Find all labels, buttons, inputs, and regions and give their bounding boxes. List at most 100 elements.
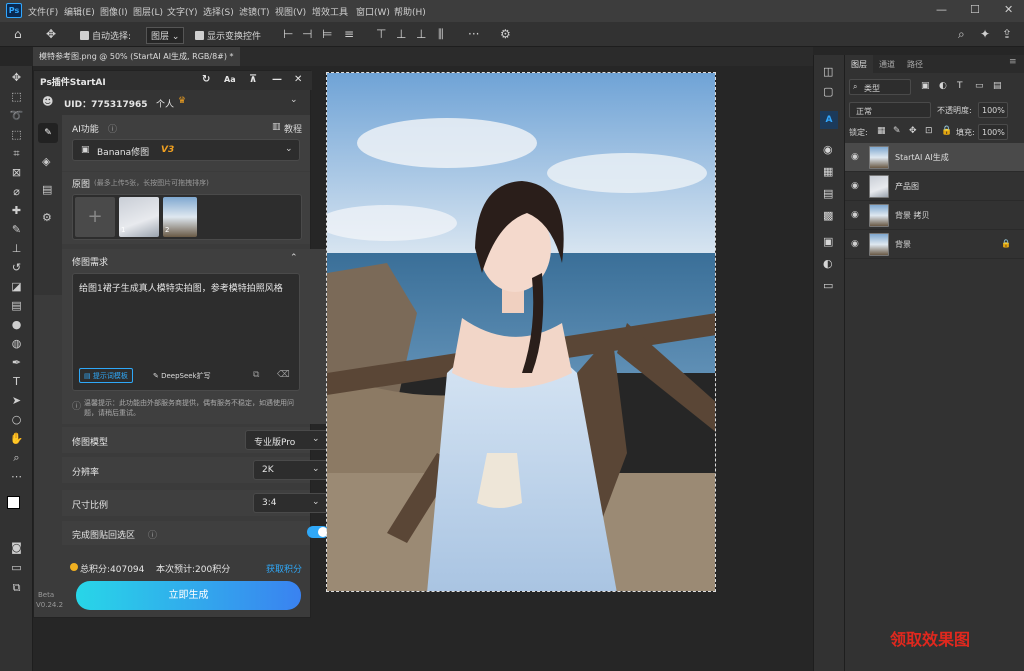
eye-icon[interactable]: ◉: [851, 181, 859, 191]
lock-artboard-icon[interactable]: ⊡: [925, 126, 933, 136]
more-options-icon[interactable]: ···: [468, 27, 479, 41]
align-middle-icon[interactable]: ⊥: [396, 27, 406, 41]
edit-icon[interactable]: ✎: [38, 123, 58, 143]
lasso-icon[interactable]: ➰: [9, 108, 24, 123]
get-points-link[interactable]: 获取积分: [266, 562, 302, 575]
layer-row-bg-copy[interactable]: ◉ 背景 拷贝: [845, 201, 1024, 230]
eye-icon[interactable]: ◉: [851, 239, 859, 249]
menu-image[interactable]: 图像(I): [100, 5, 128, 18]
screen-mode-icon[interactable]: ▭: [9, 560, 24, 575]
menu-filter[interactable]: 滤镜(T): [239, 5, 270, 18]
comments-icon[interactable]: ▢: [823, 85, 833, 98]
startai-icon[interactable]: A: [820, 111, 838, 129]
layer-row-product[interactable]: ◉ 产品图: [845, 172, 1024, 201]
gradient-panel-icon[interactable]: ▤: [823, 187, 833, 200]
properties-icon[interactable]: ▣: [823, 235, 833, 248]
auto-select-checkbox[interactable]: 自动选择:: [80, 29, 131, 42]
document-tab[interactable]: 模特参考图.png @ 50% (StartAI AI生成, RGB/8#) *: [33, 47, 240, 66]
info-icon[interactable]: ⓘ: [108, 122, 117, 135]
menu-select[interactable]: 选择(S): [203, 5, 234, 18]
filter-pixel-icon[interactable]: ▣: [921, 81, 930, 91]
menu-plugins[interactable]: 增效工具: [312, 5, 348, 18]
object-select-icon[interactable]: ⬚: [9, 127, 24, 142]
history-brush-icon[interactable]: ↺: [9, 260, 24, 275]
add-image-button[interactable]: +: [75, 197, 115, 237]
patterns-icon[interactable]: ▩: [823, 209, 833, 222]
tab-paths[interactable]: 路径: [907, 59, 923, 70]
eyedropper-icon[interactable]: ⌀: [9, 184, 24, 199]
bulb-icon[interactable]: ✦: [980, 27, 990, 41]
close-window-icon[interactable]: ✕: [1004, 3, 1013, 16]
menu-edit[interactable]: 编辑(E): [64, 5, 95, 18]
layer-row-startai[interactable]: ◉ StartAI AI生成: [845, 143, 1024, 172]
function-select[interactable]: ▣ Banana修图 V3 ⌄: [72, 139, 300, 161]
filter-shape-icon[interactable]: ▭: [975, 81, 984, 91]
color-panel-icon[interactable]: ◉: [823, 143, 833, 156]
filter-smart-icon[interactable]: ▤: [993, 81, 1002, 91]
dodge-icon[interactable]: ◍: [9, 336, 24, 351]
font-size-icon[interactable]: Aa: [224, 75, 236, 84]
lock-paint-icon[interactable]: ✎: [893, 126, 901, 136]
canvas-image[interactable]: [326, 72, 716, 592]
filter-adjust-icon[interactable]: ◐: [939, 81, 947, 91]
foreground-color-swatch[interactable]: [7, 496, 20, 509]
menu-file[interactable]: 文件(F): [28, 5, 58, 18]
align-left-icon[interactable]: ⊢: [283, 27, 293, 41]
settings-icon[interactable]: ⚙: [42, 211, 52, 224]
tutorial-link[interactable]: 教程: [284, 122, 302, 135]
tab-layers[interactable]: 图层: [845, 55, 873, 73]
menu-view[interactable]: 视图(V): [275, 5, 306, 18]
lock-position-icon[interactable]: ✥: [909, 126, 917, 136]
maximize-icon[interactable]: ☐: [970, 3, 980, 16]
history-icon[interactable]: ⧉: [253, 370, 259, 380]
document-icon[interactable]: ▤: [42, 183, 52, 196]
move-tool-icon[interactable]: ✥: [46, 27, 56, 41]
opacity-input[interactable]: 100%: [978, 102, 1008, 118]
share-icon[interactable]: ⇪: [1002, 27, 1012, 41]
plugin-icon[interactable]: ⧉: [9, 580, 24, 595]
crop-icon[interactable]: ⌗: [9, 146, 24, 161]
distribute-vertical-icon[interactable]: ⫼: [438, 27, 444, 42]
zoom-icon[interactable]: ⌕: [9, 450, 24, 465]
close-icon[interactable]: ✕: [294, 74, 302, 85]
type-icon[interactable]: T: [9, 374, 24, 389]
layer-filter-select[interactable]: ⌕ 类型: [849, 79, 911, 95]
history-panel-icon[interactable]: ◫: [823, 65, 833, 78]
resolution-select[interactable]: 2K ⌄: [253, 460, 329, 480]
marquee-icon[interactable]: ⬚: [9, 89, 24, 104]
shape-icon[interactable]: ○: [9, 412, 24, 427]
tab-channels[interactable]: 通道: [879, 59, 895, 70]
gradient-icon[interactable]: ▤: [9, 298, 24, 313]
fill-input[interactable]: 100%: [978, 124, 1008, 140]
pin-icon[interactable]: ⊼: [249, 74, 257, 85]
healing-brush-icon[interactable]: ✚: [9, 203, 24, 218]
stamp-icon[interactable]: ⊥: [9, 241, 24, 256]
align-center-icon[interactable]: ⊣: [302, 27, 312, 41]
brush-icon[interactable]: ✎: [9, 222, 24, 237]
blur-icon[interactable]: ●: [9, 317, 24, 332]
home-icon[interactable]: ⌂: [14, 27, 22, 41]
lock-pixels-icon[interactable]: ▦: [877, 126, 886, 136]
swatches-icon[interactable]: ▦: [823, 165, 833, 178]
refresh-icon[interactable]: ↻: [202, 74, 210, 85]
gear-icon[interactable]: ⚙: [500, 27, 511, 41]
show-transform-checkbox[interactable]: 显示变换控件: [195, 29, 261, 42]
libraries-icon[interactable]: ▭: [823, 279, 833, 292]
more-tools-icon[interactable]: ⋯: [9, 469, 24, 484]
menu-window[interactable]: 窗口(W): [356, 5, 390, 18]
generate-button[interactable]: 立即生成: [76, 581, 301, 610]
minimize-icon[interactable]: —: [936, 3, 947, 16]
quick-mask-icon[interactable]: ◙: [9, 540, 24, 555]
eye-icon[interactable]: ◉: [851, 210, 859, 220]
prompt-template-button[interactable]: ▤ 提示词模板: [79, 368, 133, 383]
pen-icon[interactable]: ✒: [9, 355, 24, 370]
ratio-select[interactable]: 3:4 ⌄: [253, 493, 329, 513]
frame-icon[interactable]: ⊠: [9, 165, 24, 180]
upload-area[interactable]: + 1 2: [72, 194, 302, 240]
path-select-icon[interactable]: ➤: [9, 393, 24, 408]
info-icon[interactable]: ⓘ: [148, 528, 157, 541]
distribute-icon[interactable]: ≡: [344, 27, 354, 41]
blend-mode-select[interactable]: 正常: [849, 102, 931, 118]
trash-icon[interactable]: ⌫: [277, 370, 290, 380]
hand-icon[interactable]: ✋: [9, 431, 24, 446]
